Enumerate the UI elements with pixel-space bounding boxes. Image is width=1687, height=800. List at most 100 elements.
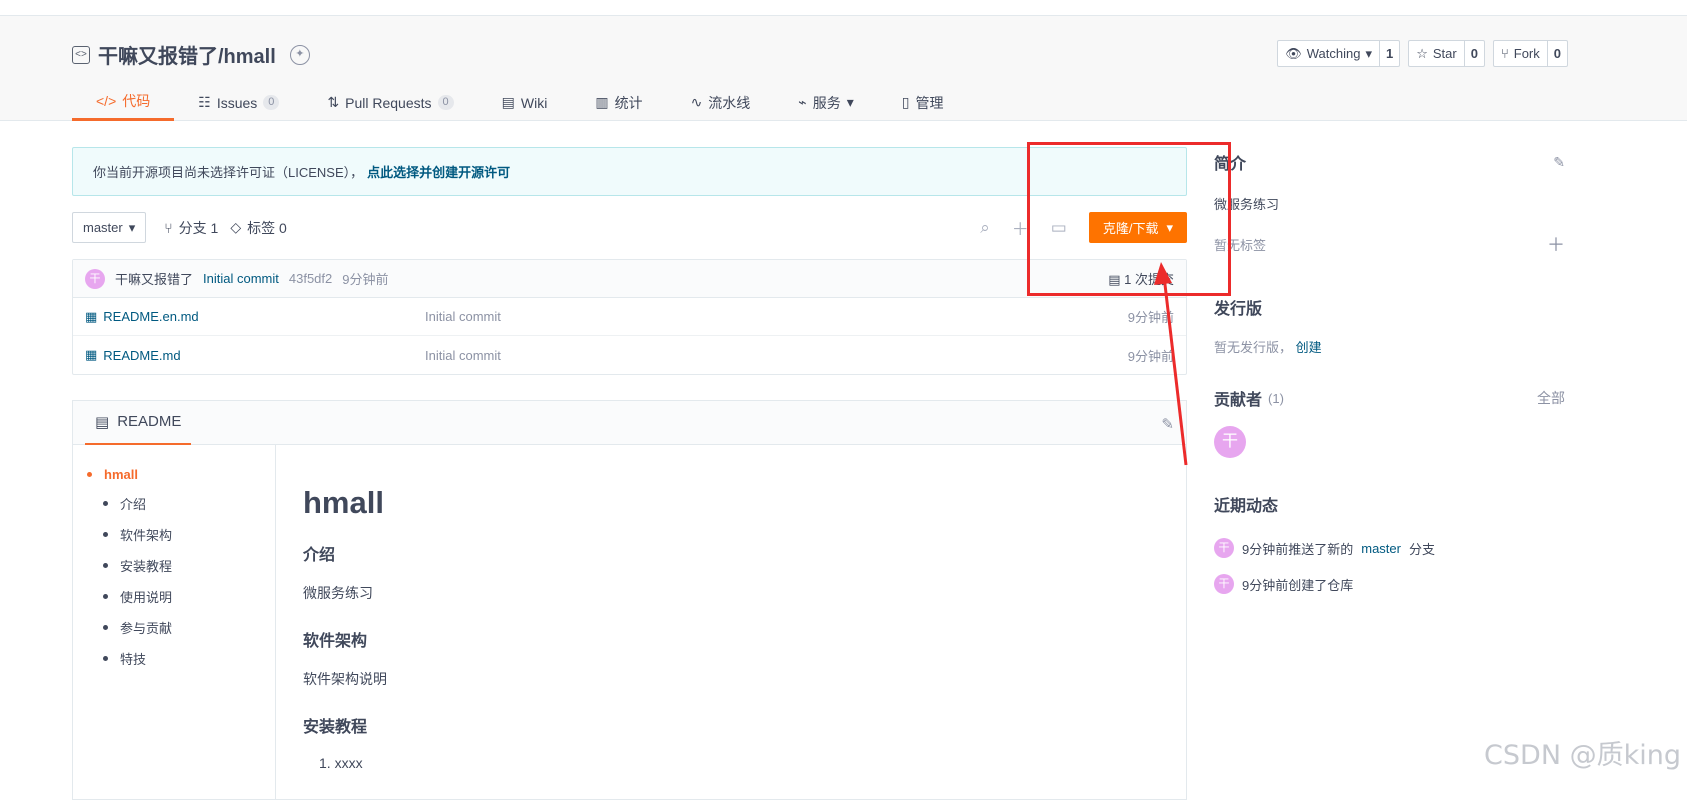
commit-author[interactable]: 干嘛又报错了: [115, 269, 193, 288]
license-notice: 你当前开源项目尚未选择许可证（LICENSE）， 点此选择并创建开源许可: [72, 147, 1187, 196]
watermark: CSDN @质king: [1484, 740, 1681, 771]
toc-item[interactable]: 安装教程: [103, 556, 261, 575]
file-icon: ▦: [85, 308, 98, 324]
file-commit-message[interactable]: Initial commit: [425, 348, 501, 363]
annotation-highlight-box: [1027, 142, 1231, 296]
readme-tab[interactable]: ▤ README: [85, 401, 192, 445]
edit-icon[interactable]: ✎: [1161, 415, 1174, 433]
stats-icon: ▥: [595, 94, 609, 110]
readme-icon: ▤: [95, 413, 110, 431]
commit-message-link[interactable]: Initial commit: [203, 271, 279, 286]
pr-count-badge: 0: [437, 95, 454, 110]
repo-tabs: </> 代码 ☷ Issues 0 ⇅ Pull Requests 0 ▤ Wiki ▥ 统计…: [72, 84, 967, 121]
repo-actions: 👁 Watching ▾ 1 ☆ Star 0 ⑂ Fork 0: [1277, 40, 1568, 67]
tags-link[interactable]: ◇ 标签 0: [230, 218, 286, 238]
file-name-link[interactable]: README.md: [103, 348, 180, 363]
edit-icon[interactable]: ✎: [1553, 154, 1565, 171]
watch-button[interactable]: 👁 Watching ▾ 1: [1277, 40, 1401, 67]
search-icon[interactable]: ⌕: [980, 218, 990, 238]
readme-panel: ▤ README ✎ hmall 介绍 软件架构 安装教程 使用说明 参与贡献 特…: [72, 400, 1187, 800]
file-time: 9分钟前: [1127, 348, 1174, 364]
license-notice-text: 你当前开源项目尚未选择许可证（LICENSE），: [93, 165, 364, 180]
readme-title: hmall: [303, 485, 384, 520]
tab-code[interactable]: </> 代码: [72, 84, 175, 121]
tab-pipeline[interactable]: ∿ 流水线: [667, 84, 775, 121]
table-row[interactable]: ▦ README.en.md Initial commit 9分钟前: [73, 298, 1186, 336]
repo-badge-icon[interactable]: ✦: [289, 44, 310, 65]
tab-wiki[interactable]: ▤ Wiki: [478, 84, 572, 121]
branch-icon: ⑂: [164, 219, 173, 236]
branch-bar: master ▾ ⑂ 分支 1 ◇ 标签 0 ⌕ ＋ ▭ 克隆/下载 ▾: [72, 212, 1187, 243]
star-count[interactable]: 0: [1465, 41, 1484, 66]
readme-heading-intro: 介绍: [303, 547, 336, 564]
toc-item-hmall[interactable]: hmall: [87, 467, 261, 482]
issues-count-badge: 0: [263, 95, 280, 110]
toc-item[interactable]: 介绍: [103, 494, 261, 513]
avatar[interactable]: 干: [1214, 426, 1246, 458]
release-row: 暂无发行版， 创建: [1214, 340, 1322, 355]
readme-header: ▤ README ✎: [73, 401, 1186, 445]
activity-item: 干 9分钟前创建了仓库: [1214, 574, 1565, 594]
create-license-link[interactable]: 点此选择并创建开源许可: [367, 162, 510, 181]
avatar[interactable]: 干: [85, 268, 105, 289]
file-time: 9分钟前: [1127, 310, 1174, 325]
service-icon: ⌁: [798, 94, 807, 110]
file-commit-message[interactable]: Initial commit: [425, 309, 501, 324]
readme-heading-architecture: 软件架构: [303, 633, 368, 650]
commit-sha[interactable]: 43f5df2: [289, 271, 332, 286]
tag-icon: ◇: [230, 219, 242, 235]
star-icon: ☆: [1416, 45, 1428, 61]
contributors-list: 干: [1214, 426, 1565, 458]
contributors-section-title: 贡献者 (1) 全部: [1214, 388, 1565, 409]
tab-stats[interactable]: ▥ 统计: [571, 84, 666, 121]
repo-description: 微服务练习: [1214, 197, 1280, 212]
tab-service[interactable]: ⌁ 服务 ▾: [774, 84, 877, 121]
toc-item[interactable]: 使用说明: [103, 587, 261, 606]
top-strip: [0, 0, 1687, 16]
branch-name: master: [83, 220, 123, 235]
add-tag-icon[interactable]: ＋: [1547, 231, 1565, 257]
readme-paragraph: 微服务练习: [303, 585, 373, 601]
toc-item[interactable]: 参与贡献: [103, 618, 261, 637]
branch-select[interactable]: master ▾: [72, 212, 147, 243]
tab-pull-requests[interactable]: ⇅ Pull Requests 0: [303, 84, 477, 121]
repo-icon: <>: [72, 45, 90, 64]
caret-down-icon: ▾: [846, 94, 854, 110]
readme-heading-install: 安装教程: [303, 719, 368, 736]
readme-paragraph: 软件架构说明: [303, 671, 387, 687]
issues-icon: ☷: [198, 94, 211, 110]
pipeline-icon: ∿: [690, 94, 703, 110]
all-contributors-link[interactable]: 全部: [1537, 388, 1565, 408]
star-button[interactable]: ☆ Star 0: [1408, 40, 1485, 67]
toc-item[interactable]: 特技: [103, 649, 261, 668]
tab-issues[interactable]: ☷ Issues 0: [174, 84, 303, 121]
commit-time: 9分钟前: [342, 272, 389, 287]
file-name-link[interactable]: README.en.md: [103, 309, 198, 324]
intro-section-title: 简介 ✎: [1214, 153, 1565, 174]
create-release-link[interactable]: 创建: [1296, 340, 1322, 355]
watch-count[interactable]: 1: [1380, 41, 1399, 66]
code-icon: </>: [96, 93, 117, 109]
branch-link[interactable]: master: [1361, 541, 1401, 556]
tab-manage[interactable]: ▯ 管理: [878, 84, 968, 121]
sidebar: 简介 ✎ 微服务练习 暂无标签 ＋ 发行版 暂无发行版， 创建 贡献者 (1) …: [1214, 150, 1565, 594]
activity-section-title: 近期动态: [1214, 498, 1279, 515]
avatar[interactable]: 干: [1214, 538, 1234, 558]
repo-name-link[interactable]: 干嘛又报错了/hmall: [98, 40, 276, 69]
release-section-title: 发行版: [1214, 301, 1263, 318]
fork-button[interactable]: ⑂ Fork 0: [1492, 40, 1568, 67]
toc-item[interactable]: 软件架构: [103, 525, 261, 544]
readme-content: hmall 介绍 微服务练习 软件架构 软件架构说明 安装教程 1. xxxx: [303, 445, 1166, 771]
branches-link[interactable]: ⑂ 分支 1: [164, 218, 218, 238]
latest-commit-row: 干 干嘛又报错了 Initial commit 43f5df2 9分钟前 ▤ 1…: [73, 260, 1186, 298]
pr-icon: ⇅: [327, 94, 340, 110]
wiki-icon: ▤: [501, 94, 515, 110]
contributors-count: (1): [1268, 390, 1284, 406]
fork-icon: ⑂: [1500, 46, 1509, 61]
readme-list-item: 1. xxxx: [319, 755, 363, 771]
table-row[interactable]: ▦ README.md Initial commit 9分钟前: [73, 336, 1186, 374]
avatar[interactable]: 干: [1214, 574, 1234, 594]
fork-count[interactable]: 0: [1548, 41, 1567, 66]
activity-item: 干 9分钟前推送了新的 master 分支: [1214, 538, 1565, 558]
caret-down-icon: ▾: [1365, 45, 1372, 61]
